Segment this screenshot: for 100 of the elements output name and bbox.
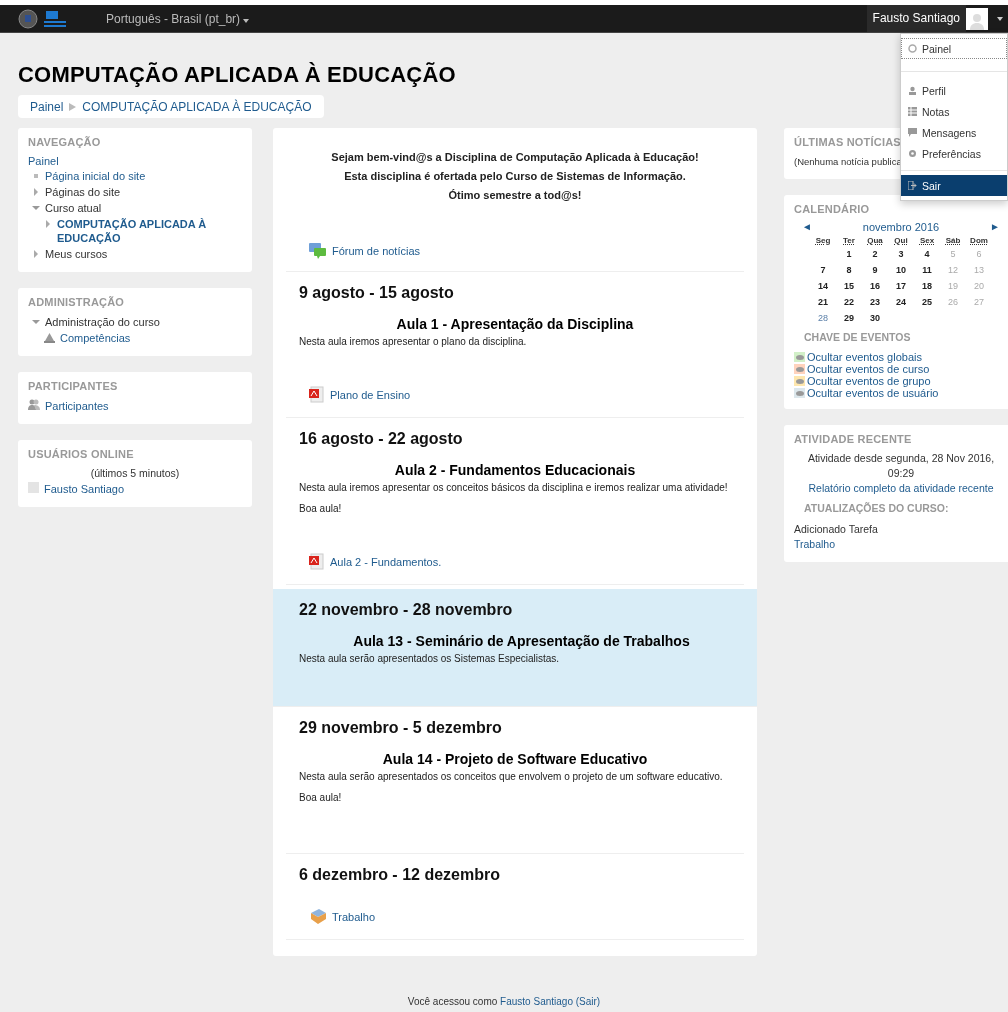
lesson-title: Aula 14 - Projeto de Software Educativo [381, 751, 649, 767]
nav-item[interactable]: COMPUTAÇÃO APLICADA À EDUCAÇÃO [57, 217, 242, 245]
event-key-title: CHAVE DE EVENTOS [804, 331, 912, 343]
caret-right-icon [32, 188, 40, 196]
calendar-day[interactable]: 4 [922, 247, 932, 261]
nav-item[interactable]: Meus cursos [45, 247, 108, 261]
caret-down-icon [32, 318, 40, 326]
calendar-day[interactable]: 15 [842, 279, 856, 293]
menu-item[interactable]: Preferências [901, 143, 1007, 164]
calendar-day[interactable]: 24 [894, 295, 908, 309]
calendar-day[interactable]: 16 [868, 279, 882, 293]
event-key-link[interactable]: Ocultar eventos de grupo [807, 375, 931, 387]
update-link[interactable]: Trabalho [794, 538, 836, 550]
block-title: NAVEGAÇÃO [28, 136, 102, 148]
menu-item[interactable]: Notas [901, 101, 1007, 122]
calendar-day[interactable]: 22 [842, 295, 856, 309]
calendar-day[interactable]: 18 [920, 279, 934, 293]
calendar-day[interactable]: 2 [870, 247, 880, 261]
calendar-day[interactable]: 28 [816, 311, 830, 325]
event-key-link[interactable]: Ocultar eventos de curso [807, 363, 930, 375]
avatar-icon[interactable] [966, 7, 988, 30]
breadcrumb-link[interactable]: COMPUTAÇÃO APLICADA À EDUCAÇÃO [82, 99, 312, 114]
grades-icon [908, 107, 917, 116]
lesson-text: Nesta aula iremos apresentar o plano da disciplina. [299, 336, 528, 348]
caret-down-icon[interactable] [997, 16, 1003, 21]
block-title: ATIVIDADE RECENTE [794, 433, 913, 445]
nav-item[interactable]: Painel [28, 155, 59, 167]
event-key-link[interactable]: Ocultar eventos globais [807, 351, 922, 363]
user-link[interactable]: Fausto Santiago [44, 482, 125, 496]
nav-item[interactable]: Página inicial do site [45, 169, 146, 183]
calendar-day[interactable]: 23 [868, 295, 882, 309]
activity-link[interactable]: Trabalho [332, 910, 375, 923]
week-title: 29 novembro - 5 dezembro [299, 719, 503, 737]
calendar-day[interactable]: 21 [816, 295, 830, 309]
activity-link[interactable]: Fórum de notícias [332, 245, 421, 257]
next-month-button[interactable]: ► [990, 221, 1000, 233]
nav-item[interactable]: Competências [60, 331, 131, 345]
calendar-day[interactable]: 10 [894, 263, 908, 277]
activity-link[interactable]: Aula 2 - Fundamentos. [330, 555, 442, 568]
calendar-day[interactable]: 9 [870, 263, 880, 277]
message-icon [908, 128, 917, 137]
block-title: ÚLTIMAS NOTÍCIAS [794, 136, 902, 148]
week-title: 22 novembro - 28 novembro [299, 601, 514, 619]
block-title: CALENDÁRIO [794, 203, 871, 215]
previous-month-button[interactable]: ◄ [802, 221, 812, 233]
week-title: 16 agosto - 22 agosto [299, 430, 464, 448]
welcome-text: Ótimo semestre a tod@s! [447, 188, 583, 203]
lesson-title: Aula 2 - Fundamentos Educacionais [393, 462, 637, 478]
calendar-day[interactable]: 1 [844, 247, 854, 261]
calendar-day[interactable]: 8 [844, 263, 854, 277]
separator-icon [69, 102, 77, 111]
bullet-icon [32, 172, 40, 180]
logout-link[interactable]: (Sair) [575, 996, 601, 1007]
month-link[interactable]: novembro 2016 [862, 221, 940, 233]
user-link[interactable]: Fausto Santiago [500, 996, 573, 1007]
report-link[interactable]: Relatório completo da atividade recente [808, 482, 994, 494]
breadcrumb-link[interactable]: Painel [30, 99, 64, 114]
activity-link[interactable]: Plano de Ensino [330, 388, 411, 401]
weekday-label: Seg [814, 236, 832, 245]
welcome-text: Sejam bem-vind@s a Disciplina de Computação Aplicada à Educação! [330, 150, 700, 165]
participants-link[interactable]: Participantes [45, 399, 109, 413]
caret-right-icon [32, 250, 40, 258]
nav-item[interactable]: Administração do curso [45, 315, 160, 329]
weekday-label: Dom [969, 236, 989, 245]
period-text: (últimos 5 minutos) [89, 466, 181, 481]
welcome-text: Esta disciplina é ofertada pelo Curso de Sistemas de Informação. [343, 169, 687, 184]
calendar-day[interactable]: 11 [920, 263, 934, 277]
week-title: 9 agosto - 15 agosto [299, 284, 455, 302]
menu-item[interactable]: Sair [901, 175, 1007, 196]
language-menu[interactable]: Português - Brasil (pt_br) [106, 11, 250, 26]
block-title: USUÁRIOS ONLINE [28, 448, 135, 460]
menu-item[interactable]: Mensagens [901, 122, 1007, 143]
calendar-day[interactable]: 17 [894, 279, 908, 293]
people-icon [28, 399, 40, 410]
event-key-link[interactable]: Ocultar eventos de usuário [807, 387, 939, 399]
assignment-icon [309, 908, 327, 925]
lesson-text: Nesta aula serão apresentados os Sistemas Especialistas. [299, 653, 561, 665]
lesson-title: Aula 13 - Seminário de Apresentação de Trabalhos [352, 633, 691, 649]
user-name[interactable]: Fausto Santiago [866, 5, 966, 32]
updates-title: ATUALIZAÇÕES DO CURSO: [804, 502, 950, 514]
activity-since-text: Atividade desde segunda, 28 Nov 2016, 09:29 [806, 451, 996, 481]
caret-right-icon [44, 220, 52, 228]
calendar-day[interactable]: 14 [816, 279, 830, 293]
page-title: COMPUTAÇÃO APLICADA À EDUCAÇÃO [18, 63, 457, 87]
calendar-day[interactable]: 30 [868, 311, 882, 325]
weekday-label: Sex [918, 236, 936, 245]
calendar-day[interactable]: 25 [920, 295, 934, 309]
calendar-day[interactable]: 29 [842, 311, 856, 325]
weekday-label: Sáb [944, 236, 962, 245]
update-text: Adicionado Tarefa [794, 522, 879, 537]
caret-down-icon[interactable] [243, 18, 250, 23]
calendar-day[interactable]: 7 [818, 263, 828, 277]
menu-item[interactable]: Perfil [901, 80, 1007, 101]
nav-item[interactable]: Páginas do site [45, 185, 121, 199]
nav-item[interactable]: Curso atual [45, 201, 102, 215]
user-icon [908, 86, 917, 95]
lesson-text: Boa aula! [299, 503, 343, 515]
menu-item[interactable]: Painel [901, 38, 1007, 59]
avatar-icon [28, 482, 39, 493]
calendar-day[interactable]: 3 [896, 247, 906, 261]
